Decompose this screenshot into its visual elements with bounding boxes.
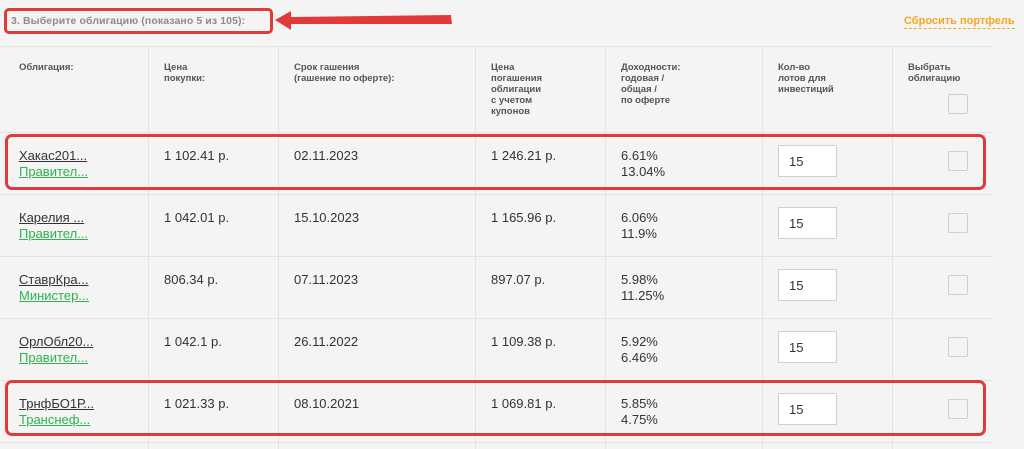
bond-issuer-link[interactable]: Правител...: [19, 350, 88, 365]
lots-input[interactable]: 15: [778, 207, 837, 239]
yield-values: 6.06% 11.9%: [621, 210, 658, 242]
step-title: 3. Выберите облигацию (показано 5 из 105…: [11, 15, 246, 27]
yield-total: 11.9%: [621, 226, 657, 241]
column-header-lots: Кол-во лотов для инвестиций: [778, 62, 834, 95]
yield-values: 5.98% 11.25%: [621, 272, 664, 304]
maturity-date: 07.11.2023: [294, 272, 359, 287]
buy-price: 806.34 р.: [164, 272, 219, 287]
annotation-arrow-icon: [275, 11, 452, 30]
bond-selection-panel: 3. Выберите облигацию (показано 5 из 105…: [0, 0, 1024, 449]
lots-input[interactable]: 15: [778, 269, 837, 301]
bond-name-link[interactable]: ОрлОбл20...: [19, 334, 93, 349]
table-row: ОрлОбл20... Правител... 1 042.1 р. 26.11…: [0, 318, 992, 380]
row-highlight: [5, 380, 986, 436]
select-bond-checkbox[interactable]: [948, 337, 968, 357]
row-highlight: [5, 134, 986, 190]
bond-name-link[interactable]: СтаврКра...: [19, 272, 88, 287]
redemption-price: 1 165.96 р.: [491, 210, 557, 225]
yield-annual: 5.92%: [621, 334, 658, 349]
column-header-yield: Доходности: годовая / общая / по оферте: [621, 62, 681, 106]
grid-divider: [0, 442, 992, 443]
yield-annual: 5.98%: [621, 272, 658, 287]
buy-price: 1 042.1 р.: [164, 334, 222, 349]
maturity-date: 15.10.2023: [294, 210, 360, 225]
maturity-date: 26.11.2022: [294, 334, 359, 349]
yield-values: 5.92% 6.46%: [621, 334, 658, 366]
reset-portfolio-link[interactable]: Сбросить портфель: [904, 15, 1015, 29]
column-header-maturity: Срок гашения (гашение по оферте):: [294, 62, 395, 84]
redemption-price: 897.07 р.: [491, 272, 546, 287]
select-bond-checkbox[interactable]: [948, 213, 968, 233]
grid-divider: [0, 46, 992, 47]
table-row: Карелия ... Правител... 1 042.01 р. 15.1…: [0, 194, 992, 256]
yield-total: 11.25%: [621, 288, 665, 303]
column-header-select: Выбрать облигацию: [908, 62, 961, 84]
column-header-redemption: Цена погашения облигации с учетом купоно…: [491, 62, 543, 117]
bond-issuer-link[interactable]: Правител...: [19, 226, 88, 241]
bond-name-link[interactable]: Карелия ...: [19, 210, 84, 225]
select-all-checkbox[interactable]: [948, 94, 968, 114]
redemption-price: 1 109.38 р.: [491, 334, 557, 349]
yield-annual: 6.06%: [621, 210, 658, 225]
table-row: СтаврКра... Министер... 806.34 р. 07.11.…: [0, 256, 992, 318]
lots-input[interactable]: 15: [778, 331, 837, 363]
bond-issuer-link[interactable]: Министер...: [19, 288, 89, 303]
select-bond-checkbox[interactable]: [948, 275, 968, 295]
column-header-bond: Облигация:: [19, 62, 74, 73]
yield-total: 6.46%: [621, 350, 658, 365]
column-header-buy-price: Цена покупки:: [164, 62, 206, 84]
buy-price: 1 042.01 р.: [164, 210, 230, 225]
